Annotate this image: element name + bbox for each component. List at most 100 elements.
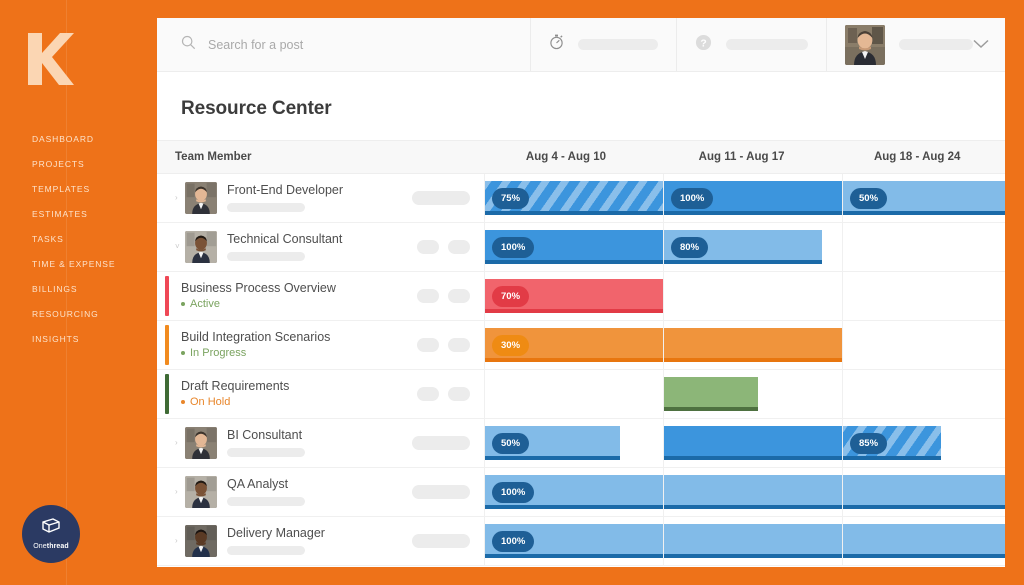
sidebar-item-dashboard[interactable]: DASHBOARD [32, 130, 157, 149]
gantt-bar-percent-label: 75% [492, 187, 530, 209]
gantt-bar[interactable]: 100% [664, 181, 842, 215]
search-input[interactable]: Search for a post [157, 18, 531, 71]
sidebar-item-resourcing[interactable]: RESOURCING [32, 305, 157, 324]
sidebar-item-insights[interactable]: INSIGHTS [32, 330, 157, 349]
row-pill-skeleton[interactable] [417, 240, 439, 254]
stopwatch-icon [549, 34, 564, 55]
gantt-bar[interactable]: 50% [843, 181, 1005, 215]
row-pill-skeleton[interactable] [412, 534, 470, 548]
avatar [845, 24, 885, 65]
table-row[interactable]: Draft Requirements On Hold [157, 370, 1005, 419]
column-header-week-3: Aug 18 - Aug 24 [873, 151, 961, 163]
row-pills [403, 436, 484, 450]
status-label: In Progress [190, 347, 247, 360]
row-label-cell: ˅ Technical Consultant [157, 223, 484, 271]
gantt-bar[interactable]: 85% [843, 426, 941, 460]
table-row[interactable]: ˅ Technical Consultant 100% 80% [157, 223, 1005, 272]
row-pill-skeleton[interactable] [448, 240, 470, 254]
row-expand-caret-icon[interactable]: › [175, 439, 185, 447]
row-text: Build Integration Scenarios In Progress [181, 330, 351, 359]
row-pills [403, 485, 484, 499]
row-accent-bar [165, 374, 169, 414]
gantt-bar[interactable]: 50% [485, 426, 621, 460]
user-menu[interactable] [827, 18, 1005, 71]
top-bar: Search for a post ? [157, 18, 1005, 72]
chevron-down-icon[interactable] [973, 36, 989, 54]
search-placeholder: Search for a post [208, 37, 304, 52]
gantt-bar[interactable] [664, 475, 842, 509]
gantt-bar[interactable]: 30% [485, 328, 663, 362]
row-pill-skeleton[interactable] [448, 289, 470, 303]
table-row[interactable]: › Delivery Manager 100% [157, 517, 1005, 566]
row-text: Business Process Overview Active [181, 281, 351, 310]
table-row[interactable]: › Front-End Developer 75% 100% 50% [157, 174, 1005, 223]
row-label-cell: › Front-End Developer [157, 174, 484, 222]
onethread-brand-badge[interactable]: Onethread [22, 505, 80, 563]
row-expand-caret-icon[interactable]: › [175, 537, 185, 545]
gantt-bar[interactable]: 75% [485, 181, 663, 215]
row-pill-skeleton[interactable] [448, 338, 470, 352]
sidebar-item-time-expense[interactable]: TIME & EXPENSE [32, 255, 157, 274]
row-label-cell: › BI Consultant [157, 419, 484, 467]
gantt-bar[interactable]: 100% [485, 475, 663, 509]
sidebar-item-projects[interactable]: PROJECTS [32, 155, 157, 174]
row-pill-skeleton[interactable] [412, 191, 470, 205]
row-pill-skeleton[interactable] [412, 485, 470, 499]
search-icon [181, 35, 196, 55]
row-gantt: 70% [484, 272, 1005, 320]
gantt-bar-percent-label: 100% [671, 187, 714, 209]
gantt-cell: 100% [484, 223, 663, 271]
gantt-bar[interactable] [664, 426, 842, 460]
table-row[interactable]: Business Process Overview Active 70% [157, 272, 1005, 321]
sidebar-item-estimates[interactable]: ESTIMATES [32, 205, 157, 224]
row-pill-skeleton[interactable] [417, 387, 439, 401]
gantt-bar[interactable] [664, 524, 842, 558]
row-label-cell: › Delivery Manager [157, 517, 484, 565]
row-subtitle-skeleton [227, 251, 305, 261]
status-badge: In Progress [181, 347, 351, 359]
gantt-bar[interactable] [664, 328, 842, 362]
row-pills [403, 191, 484, 205]
column-header-week-2: Aug 11 - Aug 17 [698, 151, 785, 163]
row-expand-caret-icon[interactable]: › [175, 194, 185, 202]
gantt-cell: 100% [663, 174, 842, 222]
status-badge: On Hold [181, 396, 351, 408]
row-title: BI Consultant [227, 428, 303, 443]
status-dot-icon [181, 302, 185, 307]
gantt-bar[interactable]: 80% [664, 230, 823, 264]
help-widget[interactable]: ? [677, 18, 827, 71]
gantt-bar[interactable] [843, 524, 1005, 558]
row-pill-skeleton[interactable] [417, 338, 439, 352]
gantt-bar[interactable]: 70% [485, 279, 663, 313]
row-gantt: 30% [484, 321, 1005, 369]
row-label-cell: Build Integration Scenarios In Progress [157, 321, 484, 369]
row-label-cell: Draft Requirements On Hold [157, 370, 484, 418]
gantt-bar[interactable] [664, 377, 759, 411]
sidebar-item-billings[interactable]: BILLINGS [32, 280, 157, 299]
sidebar-item-tasks[interactable]: TASKS [32, 230, 157, 249]
row-pill-skeleton[interactable] [412, 436, 470, 450]
status-badge: Active [181, 298, 351, 310]
row-pill-skeleton[interactable] [448, 387, 470, 401]
gantt-cell [842, 223, 1005, 271]
row-expand-caret-icon[interactable]: › [175, 488, 185, 496]
gantt-bar-percent-label: 80% [671, 236, 709, 258]
table-row[interactable]: Build Integration Scenarios In Progress 30… [157, 321, 1005, 370]
row-pills [408, 338, 484, 352]
column-header-team-member: Team Member [175, 151, 252, 163]
table-row[interactable]: › BI Consultant 50% 85% [157, 419, 1005, 468]
gantt-bar[interactable]: 100% [485, 524, 663, 558]
timer-widget[interactable] [531, 18, 677, 71]
gantt-bar[interactable] [843, 475, 1005, 509]
row-expand-caret-icon[interactable]: ˅ [175, 243, 185, 251]
row-title: QA Analyst [227, 477, 289, 492]
help-circle-icon: ? [695, 34, 712, 56]
row-title: Draft Requirements [181, 378, 290, 393]
row-pill-skeleton[interactable] [417, 289, 439, 303]
row-gantt: 100% [484, 517, 1005, 565]
gantt-bar-percent-label: 50% [850, 187, 888, 209]
gantt-bar[interactable]: 100% [485, 230, 663, 264]
sidebar-item-templates[interactable]: TEMPLATES [32, 180, 157, 199]
gantt-cell: 50% [842, 174, 1005, 222]
table-row[interactable]: › QA Analyst 100% [157, 468, 1005, 517]
